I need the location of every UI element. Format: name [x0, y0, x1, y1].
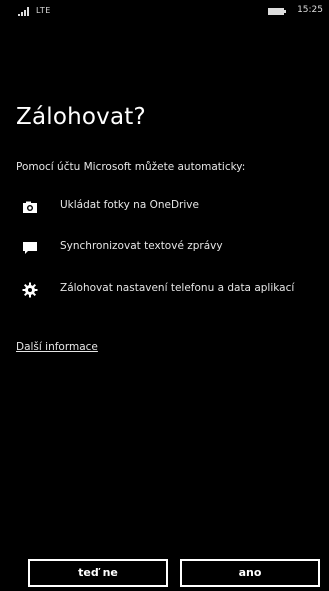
camera-icon [23, 201, 37, 213]
status-bar: LTE 15:25 [0, 0, 329, 22]
network-type-label: LTE [36, 6, 51, 15]
feature-label: Zálohovat nastavení telefonu a data apli… [60, 282, 295, 294]
page-title: Zálohovat? [16, 104, 146, 130]
clock: 15:25 [297, 5, 323, 15]
feature-label: Synchronizovat textové zprávy [60, 240, 223, 252]
gear-icon [22, 282, 38, 298]
message-icon [23, 242, 37, 254]
signal-icon [18, 7, 29, 16]
yes-button[interactable]: ano [180, 559, 320, 587]
intro-text: Pomocí účtu Microsoft můžete automaticky… [16, 161, 246, 173]
not-now-button[interactable]: teď ne [28, 559, 168, 587]
feature-label: Ukládat fotky na OneDrive [60, 199, 199, 211]
more-info-link[interactable]: Další informace [16, 341, 98, 353]
battery-icon [268, 8, 286, 15]
